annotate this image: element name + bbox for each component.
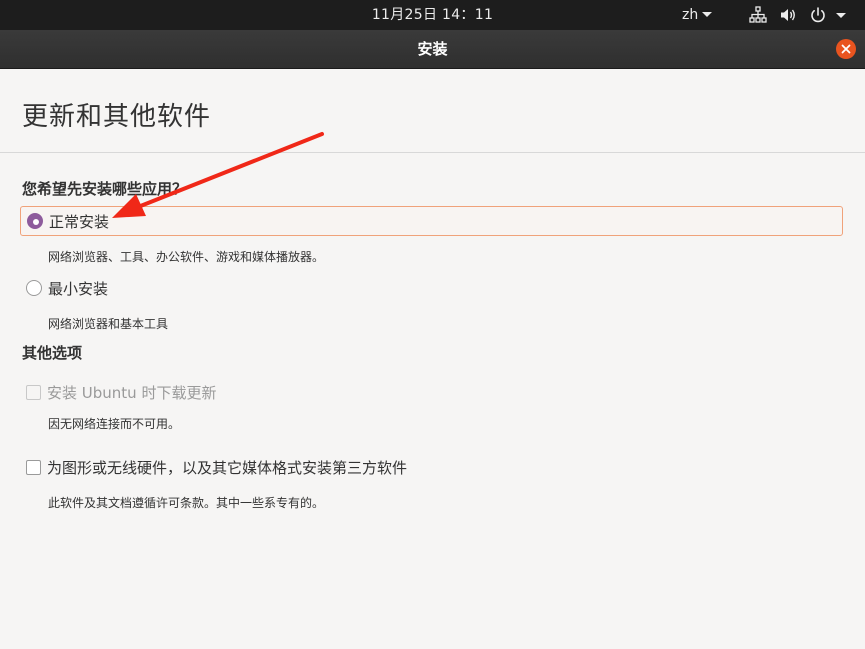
other-options-title: 其他选项	[22, 344, 83, 362]
install-type-question: 您希望先安装哪些应用？	[22, 180, 188, 198]
normal-install-label[interactable]: 正常安装	[49, 211, 109, 232]
network-icon[interactable]	[749, 6, 767, 24]
header-divider	[0, 152, 865, 153]
close-icon	[841, 44, 851, 54]
window-titlebar: 安装	[0, 30, 865, 69]
normal-install-radio-option[interactable]: 正常安装	[20, 206, 843, 236]
volume-icon[interactable]	[779, 6, 797, 24]
normal-install-description: 网络浏览器、工具、办公软件、游戏和媒体播放器。	[48, 250, 325, 264]
window-title: 安装	[417, 40, 448, 58]
third-party-software-label[interactable]: 为图形或无线硬件，以及其它媒体格式安装第三方软件	[47, 457, 407, 478]
minimal-install-radio[interactable]	[26, 280, 42, 296]
third-party-software-checkbox[interactable]	[26, 459, 41, 475]
download-updates-description: 因无网络连接而不可用。	[48, 417, 181, 431]
minimal-install-radio-option[interactable]: 最小安装	[20, 273, 108, 303]
clock[interactable]: 11月25日 14：11	[0, 0, 865, 30]
minimal-install-description: 网络浏览器和基本工具	[48, 317, 169, 331]
download-updates-label: 安装 Ubuntu 时下载更新	[47, 383, 217, 402]
language-label: zh	[682, 7, 699, 23]
page-title: 更新和其他软件	[22, 102, 212, 132]
close-button[interactable]	[836, 39, 856, 59]
download-updates-checkbox	[26, 384, 41, 400]
language-menu[interactable]: zh	[682, 0, 713, 30]
system-top-bar: 11月25日 14：11 zh	[0, 0, 865, 30]
download-updates-option: 安装 Ubuntu 时下载更新	[20, 377, 216, 407]
third-party-software-description: 此软件及其文档遵循许可条款。其中一些系专有的。	[48, 496, 325, 510]
system-menu-chevron-icon[interactable]	[836, 13, 846, 18]
minimal-install-label[interactable]: 最小安装	[48, 278, 108, 299]
chevron-down-icon	[702, 12, 713, 17]
power-icon[interactable]	[809, 6, 827, 24]
third-party-software-option[interactable]: 为图形或无线硬件，以及其它媒体格式安装第三方软件	[20, 452, 407, 482]
normal-install-radio[interactable]	[27, 213, 43, 229]
